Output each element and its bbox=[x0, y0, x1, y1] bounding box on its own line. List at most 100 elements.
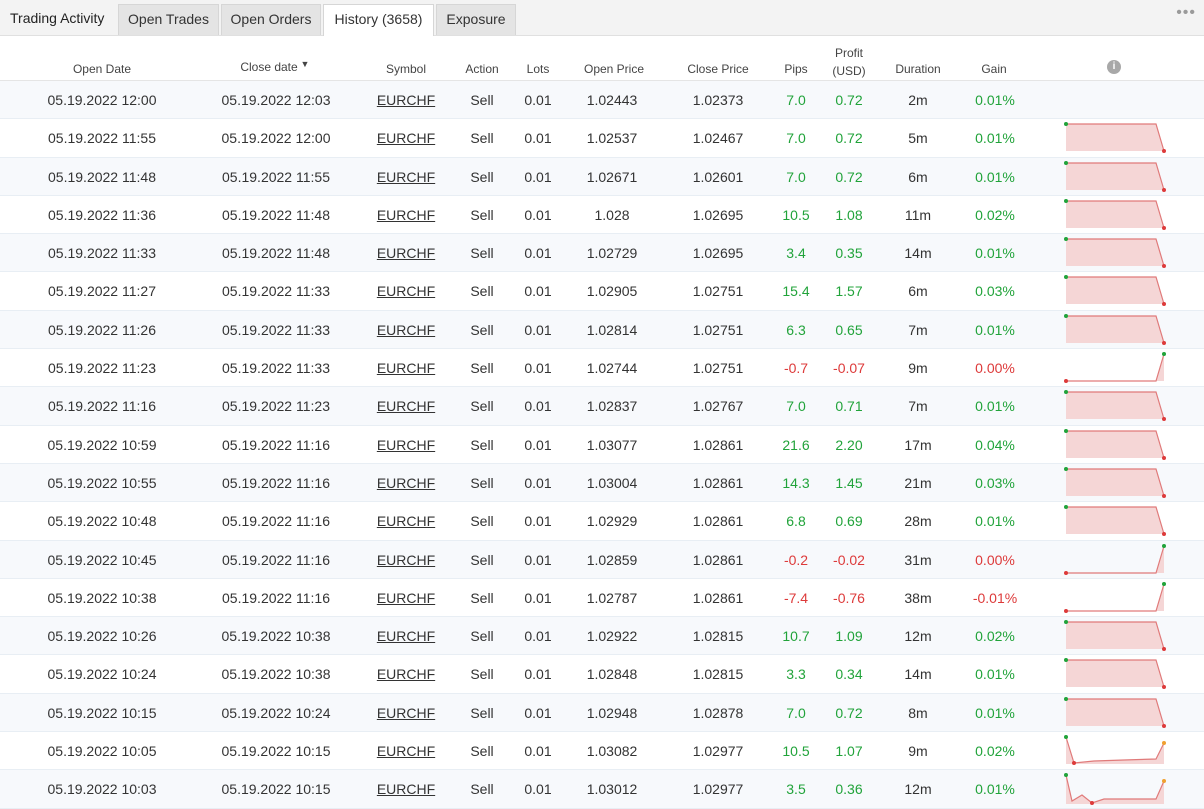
col-duration[interactable]: Duration bbox=[895, 62, 940, 76]
action-cell: Sell bbox=[470, 628, 494, 645]
symbol-link[interactable]: EURCHF bbox=[377, 207, 435, 223]
duration-cell: 9m bbox=[908, 743, 928, 760]
table-row[interactable]: 05.19.2022 10:55 05.19.2022 11:16 EURCHF Se… bbox=[0, 463, 1204, 503]
col-close-date[interactable]: Close date bbox=[240, 60, 297, 74]
table-row[interactable]: 05.19.2022 10:38 05.19.2022 11:16 EURCHF Se… bbox=[0, 579, 1204, 618]
close-price-cell: 1.02861 bbox=[692, 474, 744, 491]
open-date-cell: 05.19.2022 10:55 bbox=[47, 474, 157, 491]
action-cell: Sell bbox=[470, 130, 494, 147]
table-row[interactable]: 05.19.2022 10:03 05.19.2022 10:15 EURCHF Se… bbox=[0, 770, 1204, 809]
col-gain[interactable]: Gain bbox=[981, 62, 1006, 76]
duration-cell: 12m bbox=[904, 781, 932, 798]
info-icon[interactable]: i bbox=[1107, 60, 1121, 74]
table-row[interactable]: 05.19.2022 11:48 05.19.2022 11:55 EURCHF Se… bbox=[0, 157, 1204, 196]
symbol-link[interactable]: EURCHF bbox=[377, 475, 435, 491]
open-date-cell: 05.19.2022 10:05 bbox=[47, 743, 157, 760]
table-row[interactable]: 05.19.2022 10:05 05.19.2022 10:15 EURCHF Se… bbox=[0, 732, 1204, 771]
action-cell: Sell bbox=[470, 436, 494, 453]
col-profit[interactable]: Profit (USD) bbox=[832, 44, 865, 80]
symbol-link[interactable]: EURCHF bbox=[377, 130, 435, 146]
col-symbol[interactable]: Symbol bbox=[386, 62, 426, 76]
open-price-cell: 1.02537 bbox=[586, 130, 638, 147]
col-action[interactable]: Action bbox=[465, 62, 498, 76]
symbol-link[interactable]: EURCHF bbox=[377, 322, 435, 338]
lots-cell: 0.01 bbox=[524, 474, 552, 491]
col-close-price[interactable]: Close Price bbox=[687, 62, 748, 76]
lots-cell: 0.01 bbox=[524, 398, 552, 415]
lots-cell: 0.01 bbox=[524, 360, 552, 377]
pips-cell: 15.4 bbox=[782, 283, 810, 300]
col-lots[interactable]: Lots bbox=[527, 62, 550, 76]
open-date-cell: 05.19.2022 10:26 bbox=[47, 628, 157, 645]
col-pips[interactable]: Pips bbox=[784, 62, 807, 76]
duration-cell: 7m bbox=[908, 398, 928, 415]
symbol-link[interactable]: EURCHF bbox=[377, 590, 435, 606]
profit-cell: 0.65 bbox=[835, 321, 863, 338]
symbol-link[interactable]: EURCHF bbox=[377, 513, 435, 529]
pips-cell: 7.0 bbox=[786, 92, 806, 108]
pips-cell: 14.3 bbox=[782, 474, 810, 491]
col-profit-unit: (USD) bbox=[832, 64, 866, 78]
symbol-link[interactable]: EURCHF bbox=[377, 245, 435, 261]
lots-cell: 0.01 bbox=[524, 781, 552, 798]
open-price-cell: 1.02744 bbox=[586, 360, 638, 377]
gain-cell: 0.01% bbox=[975, 168, 1015, 185]
symbol-link[interactable]: EURCHF bbox=[377, 781, 435, 797]
table-row[interactable]: 05.19.2022 10:24 05.19.2022 10:38 EURCHF Se… bbox=[0, 655, 1204, 694]
table-row[interactable]: 05.19.2022 12:00 05.19.2022 12:03 EURCHF Se… bbox=[0, 81, 1204, 120]
symbol-link[interactable]: EURCHF bbox=[377, 743, 435, 759]
table-row[interactable]: 05.19.2022 11:23 05.19.2022 11:33 EURCHF Se… bbox=[0, 349, 1204, 388]
col-open-date[interactable]: Open Date bbox=[73, 62, 131, 76]
symbol-link[interactable]: EURCHF bbox=[377, 666, 435, 682]
trade-sparkline bbox=[1064, 428, 1166, 460]
open-date-cell: 05.19.2022 10:15 bbox=[47, 704, 157, 721]
lots-cell: 0.01 bbox=[524, 436, 552, 453]
symbol-link[interactable]: EURCHF bbox=[377, 169, 435, 185]
table-row[interactable]: 05.19.2022 11:33 05.19.2022 11:48 EURCHF Se… bbox=[0, 234, 1204, 273]
open-price-cell: 1.02787 bbox=[586, 589, 638, 606]
symbol-link[interactable]: EURCHF bbox=[377, 437, 435, 453]
open-date-cell: 05.19.2022 10:38 bbox=[47, 589, 157, 606]
symbol-link[interactable]: EURCHF bbox=[377, 360, 435, 376]
gain-cell: 0.01% bbox=[975, 513, 1015, 530]
profit-cell: -0.07 bbox=[833, 360, 865, 377]
profit-cell: 1.08 bbox=[835, 206, 863, 223]
close-price-cell: 1.02467 bbox=[692, 130, 744, 147]
table-row[interactable]: 05.19.2022 11:26 05.19.2022 11:33 EURCHF Se… bbox=[0, 310, 1204, 350]
table-row[interactable]: 05.19.2022 11:27 05.19.2022 11:33 EURCHF Se… bbox=[0, 272, 1204, 311]
close-price-cell: 1.02695 bbox=[692, 245, 744, 262]
table-row[interactable]: 05.19.2022 10:15 05.19.2022 10:24 EURCHF Se… bbox=[0, 693, 1204, 733]
lots-cell: 0.01 bbox=[524, 321, 552, 338]
duration-cell: 6m bbox=[908, 283, 928, 300]
tab-open-trades[interactable]: Open Trades bbox=[118, 4, 219, 35]
table-row[interactable]: 05.19.2022 10:48 05.19.2022 11:16 EURCHF Se… bbox=[0, 502, 1204, 541]
tab-history[interactable]: History (3658) bbox=[323, 4, 434, 36]
action-cell: Sell bbox=[470, 513, 494, 530]
more-options-icon[interactable]: ••• bbox=[1176, 4, 1196, 22]
gain-cell: 0.02% bbox=[975, 743, 1015, 760]
table-row[interactable]: 05.19.2022 11:16 05.19.2022 11:23 EURCHF Se… bbox=[0, 387, 1204, 426]
tab-open-orders[interactable]: Open Orders bbox=[221, 4, 321, 35]
tab-exposure[interactable]: Exposure bbox=[436, 4, 516, 35]
table-row[interactable]: 05.19.2022 11:55 05.19.2022 12:00 EURCHF Se… bbox=[0, 119, 1204, 158]
table-row[interactable]: 05.19.2022 10:59 05.19.2022 11:16 EURCHF Se… bbox=[0, 426, 1204, 464]
table-row[interactable]: 05.19.2022 10:45 05.19.2022 11:16 EURCHF Se… bbox=[0, 540, 1204, 579]
close-price-cell: 1.02861 bbox=[692, 551, 744, 568]
open-date-cell: 05.19.2022 11:48 bbox=[48, 168, 156, 185]
symbol-link[interactable]: EURCHF bbox=[377, 552, 435, 568]
col-open-price[interactable]: Open Price bbox=[584, 62, 644, 76]
symbol-link[interactable]: EURCHF bbox=[377, 92, 435, 108]
symbol-link[interactable]: EURCHF bbox=[377, 398, 435, 414]
duration-cell: 7m bbox=[908, 321, 928, 338]
symbol-link[interactable]: EURCHF bbox=[377, 628, 435, 644]
profit-cell: 0.69 bbox=[835, 513, 863, 530]
table-row[interactable]: 05.19.2022 11:36 05.19.2022 11:48 EURCHF Se… bbox=[0, 196, 1204, 235]
open-price-cell: 1.02948 bbox=[586, 704, 638, 721]
table-row[interactable]: 05.19.2022 10:26 05.19.2022 10:38 EURCHF Se… bbox=[0, 617, 1204, 656]
trade-sparkline bbox=[1064, 505, 1166, 537]
close-price-cell: 1.02815 bbox=[692, 628, 744, 645]
symbol-link[interactable]: EURCHF bbox=[377, 705, 435, 721]
symbol-link[interactable]: EURCHF bbox=[377, 283, 435, 299]
lots-cell: 0.01 bbox=[524, 666, 552, 683]
gain-cell: 0.01% bbox=[975, 398, 1015, 415]
